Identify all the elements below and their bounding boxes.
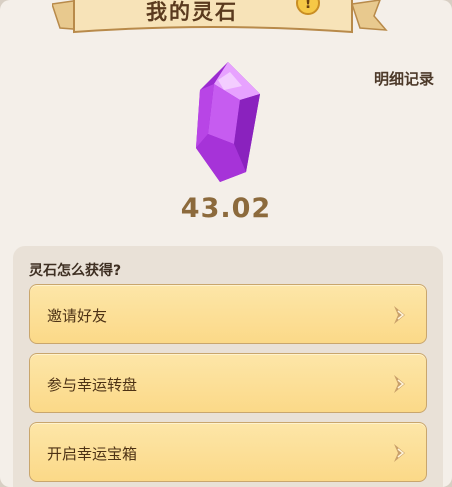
- lucky-wheel-button[interactable]: 参与幸运转盘: [29, 353, 427, 413]
- spirit-stone-gem-icon: [190, 60, 266, 184]
- lucky-chest-button[interactable]: 开启幸运宝箱: [29, 422, 427, 482]
- spirit-stone-panel: 我的灵石 ! 明细记录 43.02 灵石怎么获得? 邀请好友 参与幸运转盘 开启…: [0, 0, 452, 487]
- detail-records-link[interactable]: 明细记录: [374, 68, 434, 89]
- stone-balance: 43.02: [180, 193, 272, 224]
- row-label: 开启幸运宝箱: [47, 445, 138, 463]
- chevron-right-icon: [394, 444, 405, 462]
- invite-friends-button[interactable]: 邀请好友: [29, 284, 427, 344]
- row-label: 参与幸运转盘: [47, 376, 138, 394]
- earn-methods-card: 灵石怎么获得? 邀请好友 参与幸运转盘 开启幸运宝箱: [13, 246, 443, 487]
- chevron-right-icon: [394, 375, 405, 393]
- title-ribbon: 我的灵石 !: [52, 0, 388, 38]
- row-label: 邀请好友: [47, 307, 108, 325]
- earn-section-title: 灵石怎么获得?: [29, 263, 122, 279]
- page-title: 我的灵石: [146, 0, 238, 24]
- chevron-right-icon: [394, 306, 405, 324]
